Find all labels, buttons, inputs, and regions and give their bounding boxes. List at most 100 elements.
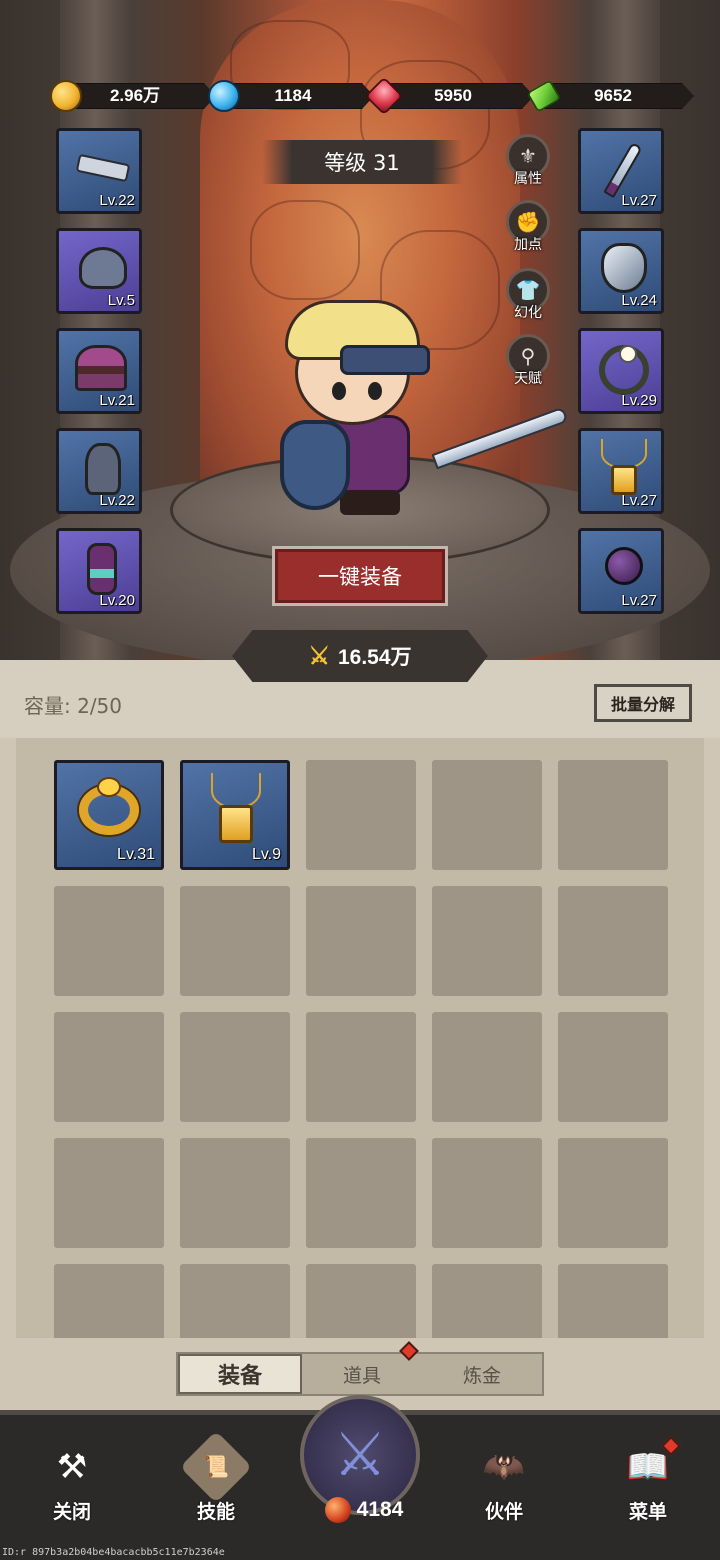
empty-slot[interactable] — [306, 1138, 416, 1248]
equip-all-button[interactable]: 一键装备 — [272, 546, 448, 606]
tab-items[interactable]: 道具 — [302, 1341, 422, 1394]
nav-partner-label: 伙伴 — [484, 1501, 523, 1523]
item-level: Lv.27 — [621, 192, 657, 209]
build-id: ID:r 897b3a2b04be4bacacbb5c11e7b2364e — [2, 1547, 225, 1558]
fire-orb-icon — [324, 1497, 351, 1523]
nav-skills-label: 技能 — [196, 1501, 235, 1523]
crossed-swords-icon: ⚔ — [308, 642, 330, 670]
empty-slot[interactable] — [558, 760, 668, 870]
equip-all-label: 一键装备 — [318, 565, 402, 589]
empty-slot[interactable] — [54, 1264, 164, 1338]
empty-slot[interactable] — [180, 1138, 290, 1248]
empty-slot[interactable] — [432, 1138, 542, 1248]
tab-equipment[interactable]: 装备 — [178, 1354, 302, 1394]
currency-value: 1184 — [274, 86, 312, 105]
currency-cash[interactable]: 9652 — [526, 79, 694, 113]
equip-slot-shield[interactable]: Lv.24 — [578, 228, 664, 314]
equip-slot-boots[interactable]: Lv.20 — [56, 528, 142, 614]
talent-button[interactable]: ⚲ 天赋 — [504, 334, 552, 387]
empty-slot[interactable] — [558, 1012, 668, 1122]
transmog-label: 幻化 — [514, 305, 542, 321]
empty-slot[interactable] — [180, 886, 290, 996]
equip-slot-armor[interactable]: Lv.22 — [56, 428, 142, 514]
hero-sword — [431, 406, 569, 470]
nav-close[interactable]: ⚒ 关闭 — [22, 1435, 122, 1524]
attributes-label: 属性 — [514, 171, 542, 187]
empty-slot[interactable] — [54, 1012, 164, 1122]
item-level: Lv.29 — [621, 392, 657, 409]
add-points-button[interactable]: ✊ 加点 — [504, 200, 552, 253]
inventory-panel: 容量: 2/50 批量分解 Lv.31 Lv.9 装备 道具 炼金 — [0, 660, 720, 1410]
inventory-item-ring[interactable]: Lv.31 — [54, 760, 164, 870]
spiked-orb-icon — [605, 547, 643, 585]
nav-close-label: 关闭 — [52, 1501, 91, 1523]
empty-slot[interactable] — [558, 1264, 668, 1338]
equip-slot-glove[interactable]: Lv.22 — [56, 128, 142, 214]
empty-slot[interactable] — [432, 886, 542, 996]
bottom-nav: ⚒ 关闭 📜 技能 ⚔ 4184 🦇 伙伴 📖 菜单 — [0, 1395, 720, 1560]
currency-value: 5950 — [434, 86, 472, 105]
scroll-icon: 📜 — [179, 1430, 253, 1504]
equip-slot-sword[interactable]: Lv.27 — [578, 128, 664, 214]
item-level: Lv.27 — [621, 492, 657, 509]
empty-slot[interactable] — [432, 1264, 542, 1338]
empty-slot[interactable] — [306, 1012, 416, 1122]
necklace-icon — [611, 465, 637, 495]
flower-icon — [619, 345, 637, 363]
item-level: Lv.20 — [99, 592, 135, 609]
empty-slot[interactable] — [306, 1264, 416, 1338]
item-level: Lv.22 — [99, 192, 135, 209]
notification-dot-icon — [399, 1341, 419, 1361]
currency-value: 2.96万 — [109, 86, 161, 105]
inventory-item-necklace[interactable]: Lv.9 — [180, 760, 290, 870]
nav-skills[interactable]: 📜 技能 — [166, 1430, 266, 1524]
equip-slot-accessory[interactable]: Lv.29 — [578, 328, 664, 414]
batch-disassemble-label: 批量分解 — [610, 695, 675, 714]
currency-diamond[interactable]: 1184 — [208, 80, 374, 112]
hero-character — [280, 300, 580, 520]
empty-slot[interactable] — [180, 1264, 290, 1338]
wall-crack — [250, 200, 360, 300]
hero-visor — [340, 345, 430, 375]
inventory-tabs: 装备 道具 炼金 — [176, 1341, 544, 1396]
equip-slot-orb[interactable]: Lv.27 — [578, 528, 664, 614]
bat-wings-icon: 🦇 — [482, 1447, 526, 1487]
empty-slot[interactable] — [558, 1138, 668, 1248]
helmet-icon — [79, 247, 127, 289]
empty-slot[interactable] — [432, 1012, 542, 1122]
empty-slot[interactable] — [54, 886, 164, 996]
empty-slot[interactable] — [54, 1138, 164, 1248]
glove-icon — [75, 153, 131, 183]
hero-shield — [280, 420, 350, 510]
currency-ruby[interactable]: 5950 — [364, 76, 534, 116]
empty-slot[interactable] — [306, 886, 416, 996]
boots-icon — [87, 543, 117, 595]
empty-slot[interactable] — [306, 760, 416, 870]
tab-alchemy[interactable]: 炼金 — [422, 1354, 542, 1394]
nav-partner[interactable]: 🦇 伙伴 — [454, 1435, 554, 1524]
sword-icon — [603, 141, 643, 199]
equip-slot-helmet[interactable]: Lv.5 — [56, 228, 142, 314]
hero-legs — [340, 490, 400, 515]
empty-slot[interactable] — [180, 1012, 290, 1122]
batch-disassemble-button[interactable]: 批量分解 — [594, 684, 692, 722]
tab-label: 装备 — [217, 1364, 262, 1389]
chain-icon — [211, 773, 261, 809]
transmog-button[interactable]: 👕 幻化 — [504, 268, 552, 321]
tab-label: 炼金 — [462, 1364, 501, 1387]
armor-icon — [85, 443, 121, 495]
item-level: Lv.24 — [621, 292, 657, 309]
attributes-button[interactable]: ⚜ 属性 — [504, 134, 552, 187]
combat-power-badge: ⚔ 16.54万 — [232, 630, 488, 682]
currency-gold[interactable]: 2.96万 — [50, 80, 216, 112]
tab-label: 道具 — [342, 1364, 381, 1387]
equip-slot-necklace[interactable]: Lv.27 — [578, 428, 664, 514]
empty-slot[interactable] — [432, 760, 542, 870]
necklace-icon — [219, 805, 253, 843]
talent-label: 天赋 — [514, 371, 542, 387]
empty-slot[interactable] — [558, 886, 668, 996]
battle-energy-value: 4184 — [356, 1498, 404, 1521]
nav-menu[interactable]: 📖 菜单 — [598, 1435, 698, 1524]
battle-energy: 4184 — [304, 1497, 424, 1523]
equip-slot-hat[interactable]: Lv.21 — [56, 328, 142, 414]
